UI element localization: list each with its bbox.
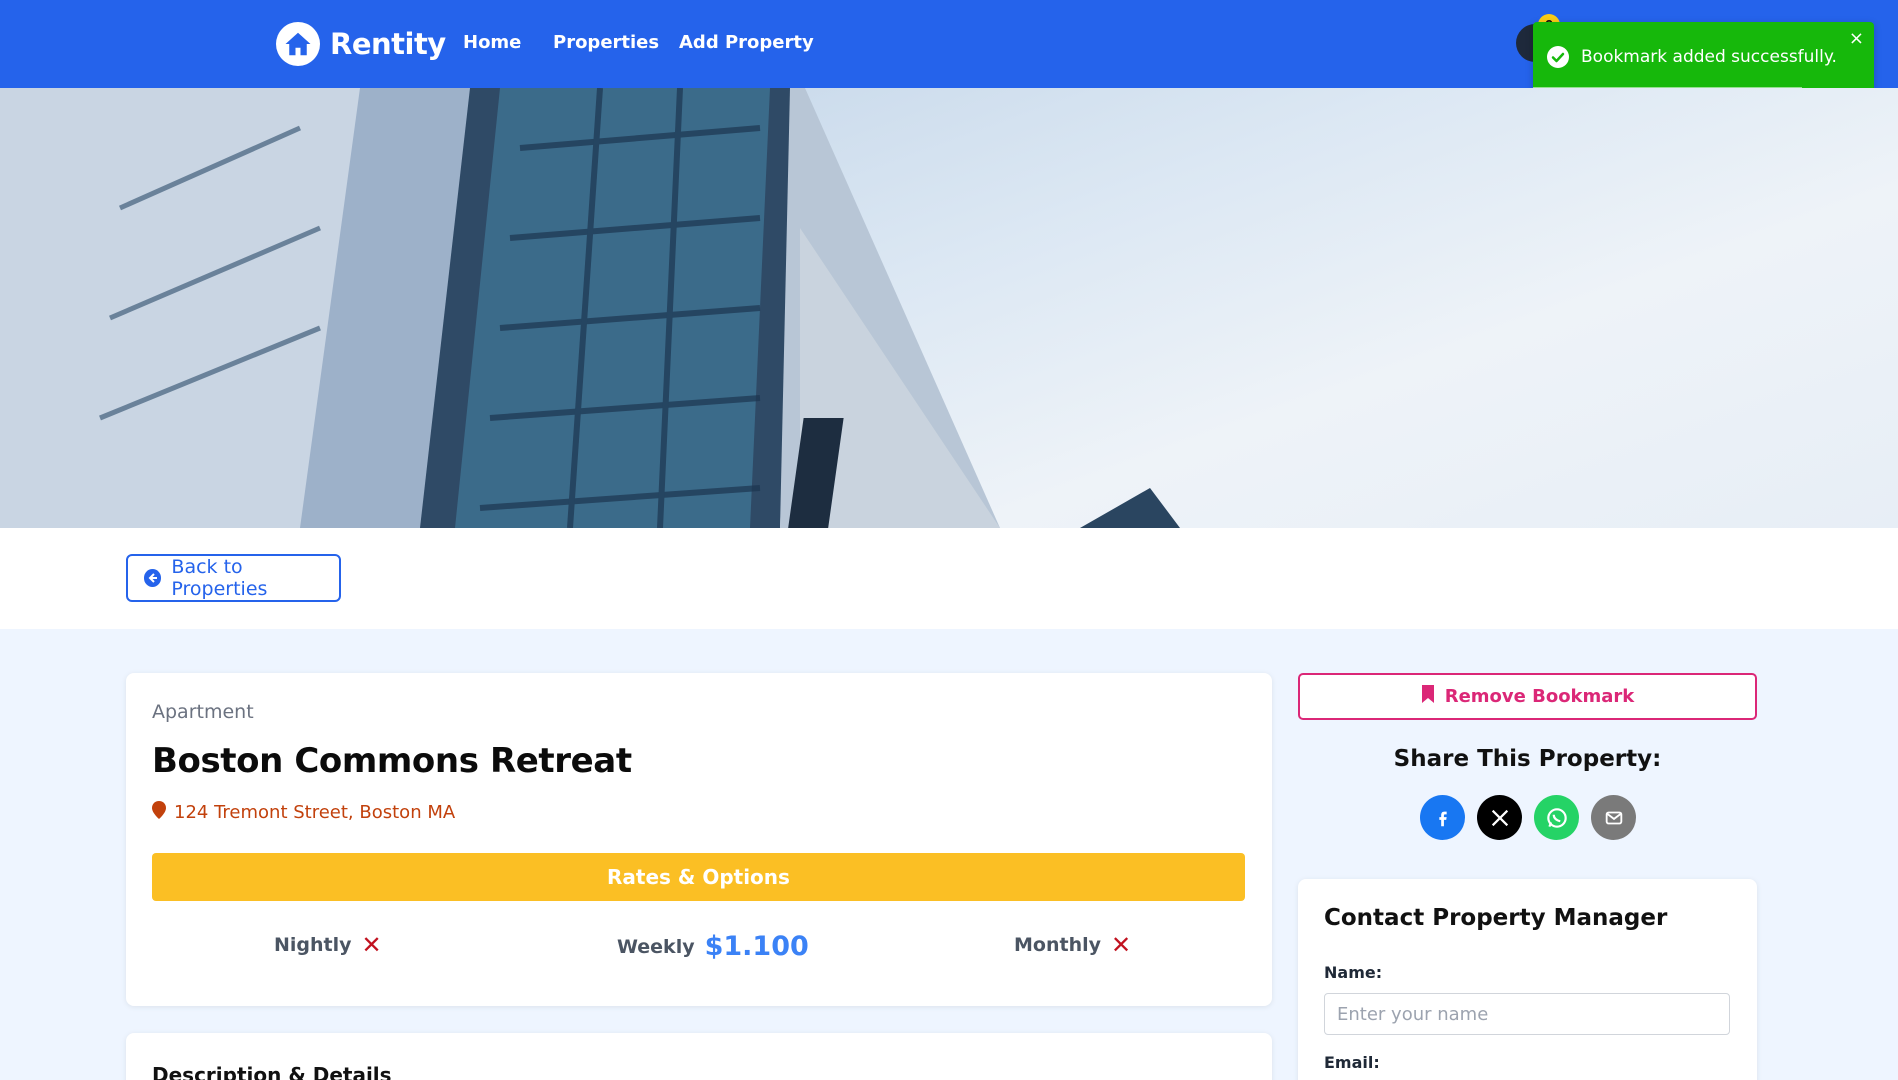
close-icon[interactable]: ×	[1849, 28, 1864, 49]
name-field[interactable]	[1324, 993, 1730, 1035]
rate-weekly: Weekly $1.100	[617, 931, 809, 962]
property-type: Apartment	[152, 701, 254, 723]
x-mark-icon: ✕	[1111, 931, 1132, 959]
house-icon	[276, 22, 320, 66]
rate-nightly: Nightly ✕	[274, 931, 382, 959]
description-card: Description & Details	[126, 1033, 1272, 1080]
remove-bookmark-label: Remove Bookmark	[1444, 686, 1635, 707]
map-pin-icon	[152, 801, 166, 824]
bookmark-icon	[1421, 685, 1435, 708]
property-hero-image	[0, 88, 1898, 528]
back-to-properties-button[interactable]: Back to Properties	[126, 554, 341, 602]
whatsapp-icon[interactable]	[1534, 795, 1579, 840]
arrow-left-circle-icon	[144, 569, 162, 587]
rates-options-header: Rates & Options	[152, 853, 1245, 901]
email-icon[interactable]	[1591, 795, 1636, 840]
success-toast: Bookmark added successfully. ×	[1533, 22, 1874, 92]
address-text: 124 Tremont Street, Boston MA	[174, 802, 456, 823]
contact-title: Contact Property Manager	[1324, 905, 1668, 931]
rate-weekly-label: Weekly	[617, 935, 695, 958]
share-title: Share This Property:	[1393, 746, 1662, 772]
brand-logo[interactable]: Rentity	[276, 22, 446, 66]
x-mark-icon: ✕	[361, 931, 382, 959]
property-address: 124 Tremont Street, Boston MA	[152, 801, 455, 824]
remove-bookmark-button[interactable]: Remove Bookmark	[1298, 673, 1757, 720]
name-label: Name:	[1324, 963, 1383, 982]
email-label: Email:	[1324, 1053, 1380, 1072]
check-circle-icon	[1547, 46, 1569, 68]
rate-monthly-label: Monthly	[1014, 934, 1101, 956]
rate-nightly-label: Nightly	[274, 934, 352, 956]
description-title: Description & Details	[152, 1063, 392, 1080]
brand-name: Rentity	[330, 27, 446, 61]
rate-weekly-value: $1.100	[704, 931, 809, 962]
x-icon[interactable]	[1477, 795, 1522, 840]
nav-properties[interactable]: Properties	[553, 32, 659, 53]
nav-home[interactable]: Home	[463, 32, 521, 53]
property-info-card: Apartment Boston Commons Retreat 124 Tre…	[126, 673, 1272, 1006]
back-bar: Back to Properties	[0, 528, 1898, 629]
property-title: Boston Commons Retreat	[152, 741, 632, 781]
contact-manager-card: Contact Property Manager Name: Email:	[1298, 879, 1757, 1080]
share-buttons	[1420, 795, 1636, 840]
rate-monthly: Monthly ✕	[1014, 931, 1131, 959]
back-to-properties-label: Back to Properties	[171, 556, 268, 600]
toast-message: Bookmark added successfully.	[1581, 47, 1837, 67]
nav-add-property[interactable]: Add Property	[679, 32, 814, 53]
facebook-icon[interactable]	[1420, 795, 1465, 840]
